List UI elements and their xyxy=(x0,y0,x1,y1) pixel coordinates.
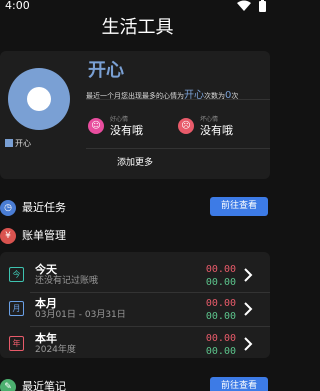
legend-swatch xyxy=(5,139,13,147)
money-icon: ¥ xyxy=(0,228,16,244)
mood-pie-chart[interactable] xyxy=(8,68,70,130)
good-mood-value: 没有哦 xyxy=(110,124,143,137)
summary-suffix: 次 xyxy=(231,92,239,100)
page-title: 生活工具 xyxy=(101,17,174,38)
clock-icon: ◷ xyxy=(0,200,16,216)
bill-row-title: 本年 xyxy=(35,332,57,345)
chevron-right-icon xyxy=(244,337,253,351)
bill-row-income: 00.00 xyxy=(205,333,236,344)
wifi-icon xyxy=(237,0,251,11)
chart-legend: 开心 xyxy=(5,139,31,149)
bill-row-income: 00.00 xyxy=(205,264,236,275)
summary-mood: 开心 xyxy=(184,90,204,101)
bad-mood-stat: ☹ 坏心情 没有哦 xyxy=(178,116,258,138)
mood-summary: 最近一个月您出现最多的心情为开心次数为0次 xyxy=(86,90,238,102)
good-mood-label: 好心情 xyxy=(110,116,129,123)
bill-row-subtitle: 2024年度 xyxy=(35,345,76,355)
good-mood-stat: ☺ 好心情 没有哦 xyxy=(88,116,168,138)
year-icon: 年 xyxy=(9,336,24,351)
summary-mid: 次数为 xyxy=(204,92,225,100)
bill-row-subtitle: 还没有记过账哦 xyxy=(35,276,99,286)
battery-icon xyxy=(259,1,266,12)
section-title: 账单管理 xyxy=(22,229,66,242)
bill-row-year[interactable]: 年 本年 2024年度 00.00 00.00 xyxy=(0,327,270,361)
bill-row-income: 00.00 xyxy=(205,298,236,309)
bill-management-section: ¥ 账单管理 xyxy=(0,225,275,247)
dominant-mood: 开心 xyxy=(88,60,124,81)
add-more-button[interactable]: 添加更多 xyxy=(0,156,270,170)
sad-icon: ☹ xyxy=(178,118,194,134)
summary-prefix: 最近一个月您出现最多的心情为 xyxy=(86,92,184,100)
pie-hole xyxy=(27,87,51,111)
bill-row-title: 本月 xyxy=(35,297,57,310)
divider xyxy=(86,148,270,149)
legend-label: 开心 xyxy=(15,139,31,148)
month-icon: 月 xyxy=(9,301,24,316)
bill-row-today[interactable]: 今 今天 还没有记过账哦 00.00 00.00 xyxy=(0,258,270,292)
bill-row-month[interactable]: 月 本月 03月01日 - 03月31日 00.00 00.00 xyxy=(0,292,270,326)
view-tasks-button[interactable]: 前往查看 xyxy=(210,197,268,216)
chevron-right-icon xyxy=(244,268,253,282)
bill-row-expense: 00.00 xyxy=(205,277,236,288)
smile-icon: ☺ xyxy=(88,118,104,134)
chevron-right-icon xyxy=(244,302,253,316)
status-icons xyxy=(237,0,266,12)
view-notes-button[interactable]: 前往查看 xyxy=(210,377,268,391)
today-icon: 今 xyxy=(9,267,24,282)
recent-notes-section: ✎ 最近笔记 前往查看 xyxy=(0,376,275,391)
note-icon: ✎ xyxy=(0,379,16,391)
bill-row-expense: 00.00 xyxy=(205,311,236,322)
recent-tasks-section: ◷ 最近任务 前往查看 xyxy=(0,197,275,219)
bill-row-subtitle: 03月01日 - 03月31日 xyxy=(35,310,126,320)
status-time: 4:00 xyxy=(5,0,30,12)
section-title: 最近任务 xyxy=(22,201,66,214)
bill-row-title: 今天 xyxy=(35,263,57,276)
bad-mood-value: 没有哦 xyxy=(200,124,233,137)
bill-row-expense: 00.00 xyxy=(205,346,236,357)
section-title: 最近笔记 xyxy=(22,380,66,391)
bad-mood-label: 坏心情 xyxy=(200,116,219,123)
status-bar: 4:00 xyxy=(0,0,275,14)
